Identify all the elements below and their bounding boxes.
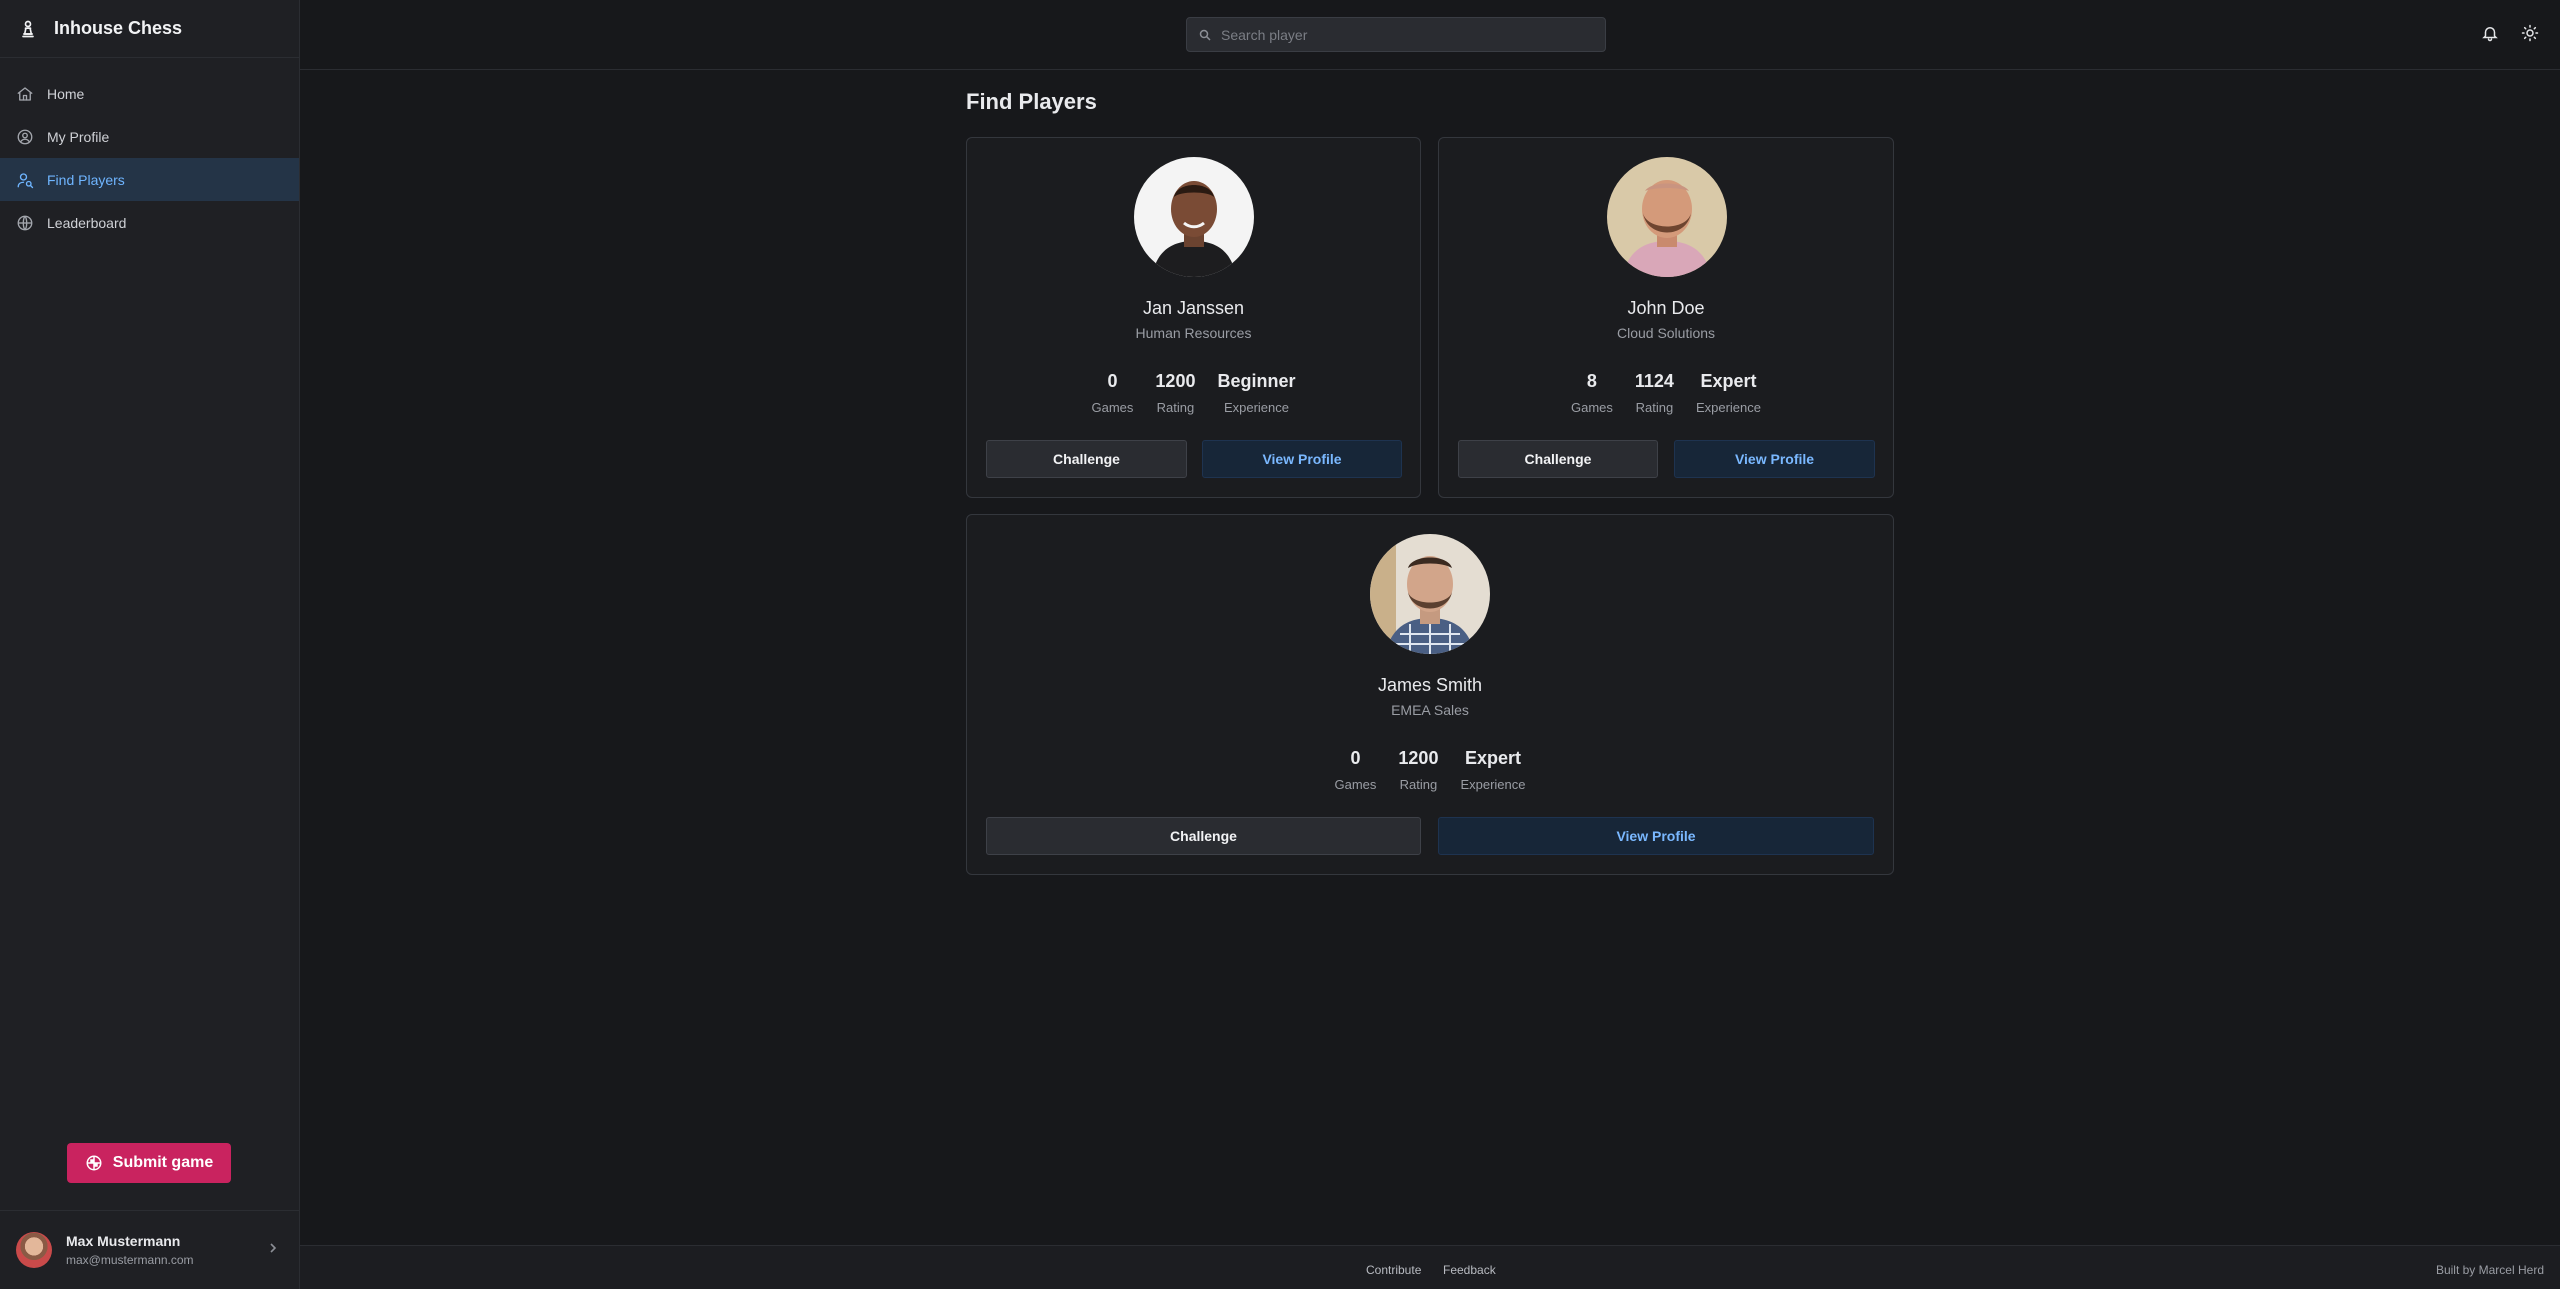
player-department: EMEA Sales [1391, 702, 1469, 718]
challenge-button[interactable]: Challenge [986, 817, 1421, 855]
user-search-icon [17, 172, 34, 188]
footer: Contribute Feedback Built by Marcel Herd [300, 1245, 2560, 1289]
feedback-link[interactable]: Feedback [1443, 1263, 1496, 1277]
player-name: James Smith [1377, 675, 1483, 695]
stat-games: 0 Games [1334, 748, 1377, 792]
app-title: Inhouse Chess [54, 18, 183, 38]
page-title: Find Players [966, 89, 1097, 114]
stat-rating: 1200 Rating [1398, 748, 1439, 792]
stat-experience: Beginner Experience [1217, 371, 1296, 415]
contribute-link[interactable]: Contribute [1366, 1263, 1421, 1277]
player-card: Jan Janssen Human Resources 0 Games 1200 R… [966, 137, 1421, 498]
chevron-right-icon [270, 1243, 277, 1253]
player-stats: 8 Games 1124 Rating Expert Experience [1439, 371, 1893, 415]
brand[interactable]: Inhouse Chess [0, 0, 299, 58]
chess-board-icon [86, 1155, 102, 1171]
player-department: Cloud Solutions [1616, 325, 1716, 341]
stat-experience: Expert Experience [1460, 748, 1526, 792]
sidebar-item-find-players[interactable]: Find Players [0, 158, 299, 201]
sidebar-item-label: My Profile [47, 128, 110, 145]
top-header [300, 0, 2560, 70]
home-icon [17, 86, 33, 101]
view-profile-button[interactable]: View Profile [1674, 440, 1875, 478]
player-department: Human Resources [1135, 325, 1252, 341]
globe-icon [17, 215, 33, 230]
sidebar-item-label: Find Players [47, 171, 125, 188]
sidebar-item-leaderboard[interactable]: Leaderboard [0, 201, 299, 244]
player-photo[interactable] [1370, 534, 1490, 654]
player-photo[interactable] [1607, 157, 1727, 277]
footer-credit: Built by Marcel Herd [2435, 1263, 2544, 1277]
submit-game-label: Submit game [112, 1154, 214, 1171]
player-name: John Doe [1627, 298, 1705, 318]
stat-rating: 1124 Rating [1634, 371, 1674, 415]
user-name: Max Mustermann [66, 1233, 181, 1249]
stat-games: 8 Games [1570, 371, 1613, 415]
stat-experience: Expert Experience [1695, 371, 1761, 415]
search-icon [1199, 29, 1211, 41]
sun-icon[interactable] [2521, 24, 2539, 42]
player-stats: 0 Games 1200 Rating Expert Experience [967, 748, 1893, 792]
sidebar-nav: Home My Profile Find Players Leaderboard [0, 58, 299, 244]
sidebar-item-label: Leaderboard [47, 214, 127, 231]
player-stats: 0 Games 1200 Rating Beginner Experience [967, 371, 1420, 415]
player-card: James Smith EMEA Sales 0 Games 1200 Rating… [966, 514, 1894, 875]
sidebar-item-home[interactable]: Home [0, 72, 299, 115]
search-box[interactable] [1186, 17, 1606, 52]
user-email: max@mustermann.com [66, 1253, 194, 1267]
user-info: Max Mustermann max@mustermann.com [66, 1233, 194, 1267]
challenge-button[interactable]: Challenge [986, 440, 1187, 478]
view-profile-button[interactable]: View Profile [1438, 817, 1874, 855]
view-profile-button[interactable]: View Profile [1202, 440, 1402, 478]
sidebar-item-my-profile[interactable]: My Profile [0, 115, 299, 158]
search-input[interactable] [1221, 26, 1591, 43]
player-card: John Doe Cloud Solutions 8 Games 1124 Rati… [1438, 137, 1894, 498]
chess-pawn-icon [22, 20, 34, 37]
user-menu[interactable]: Max Mustermann max@mustermann.com [0, 1210, 299, 1289]
sidebar-item-label: Home [47, 85, 85, 102]
sidebar: Inhouse Chess Home My Profile Find Playe… [0, 0, 300, 1289]
challenge-button[interactable]: Challenge [1458, 440, 1658, 478]
player-name: Jan Janssen [1142, 298, 1245, 318]
player-photo[interactable] [1134, 157, 1254, 277]
stat-games: 0 Games [1091, 371, 1134, 415]
bell-icon[interactable] [2481, 24, 2499, 42]
avatar [16, 1232, 52, 1268]
stat-rating: 1200 Rating [1155, 371, 1196, 415]
user-circle-icon [17, 129, 33, 144]
submit-game-button[interactable]: Submit game [67, 1143, 231, 1183]
